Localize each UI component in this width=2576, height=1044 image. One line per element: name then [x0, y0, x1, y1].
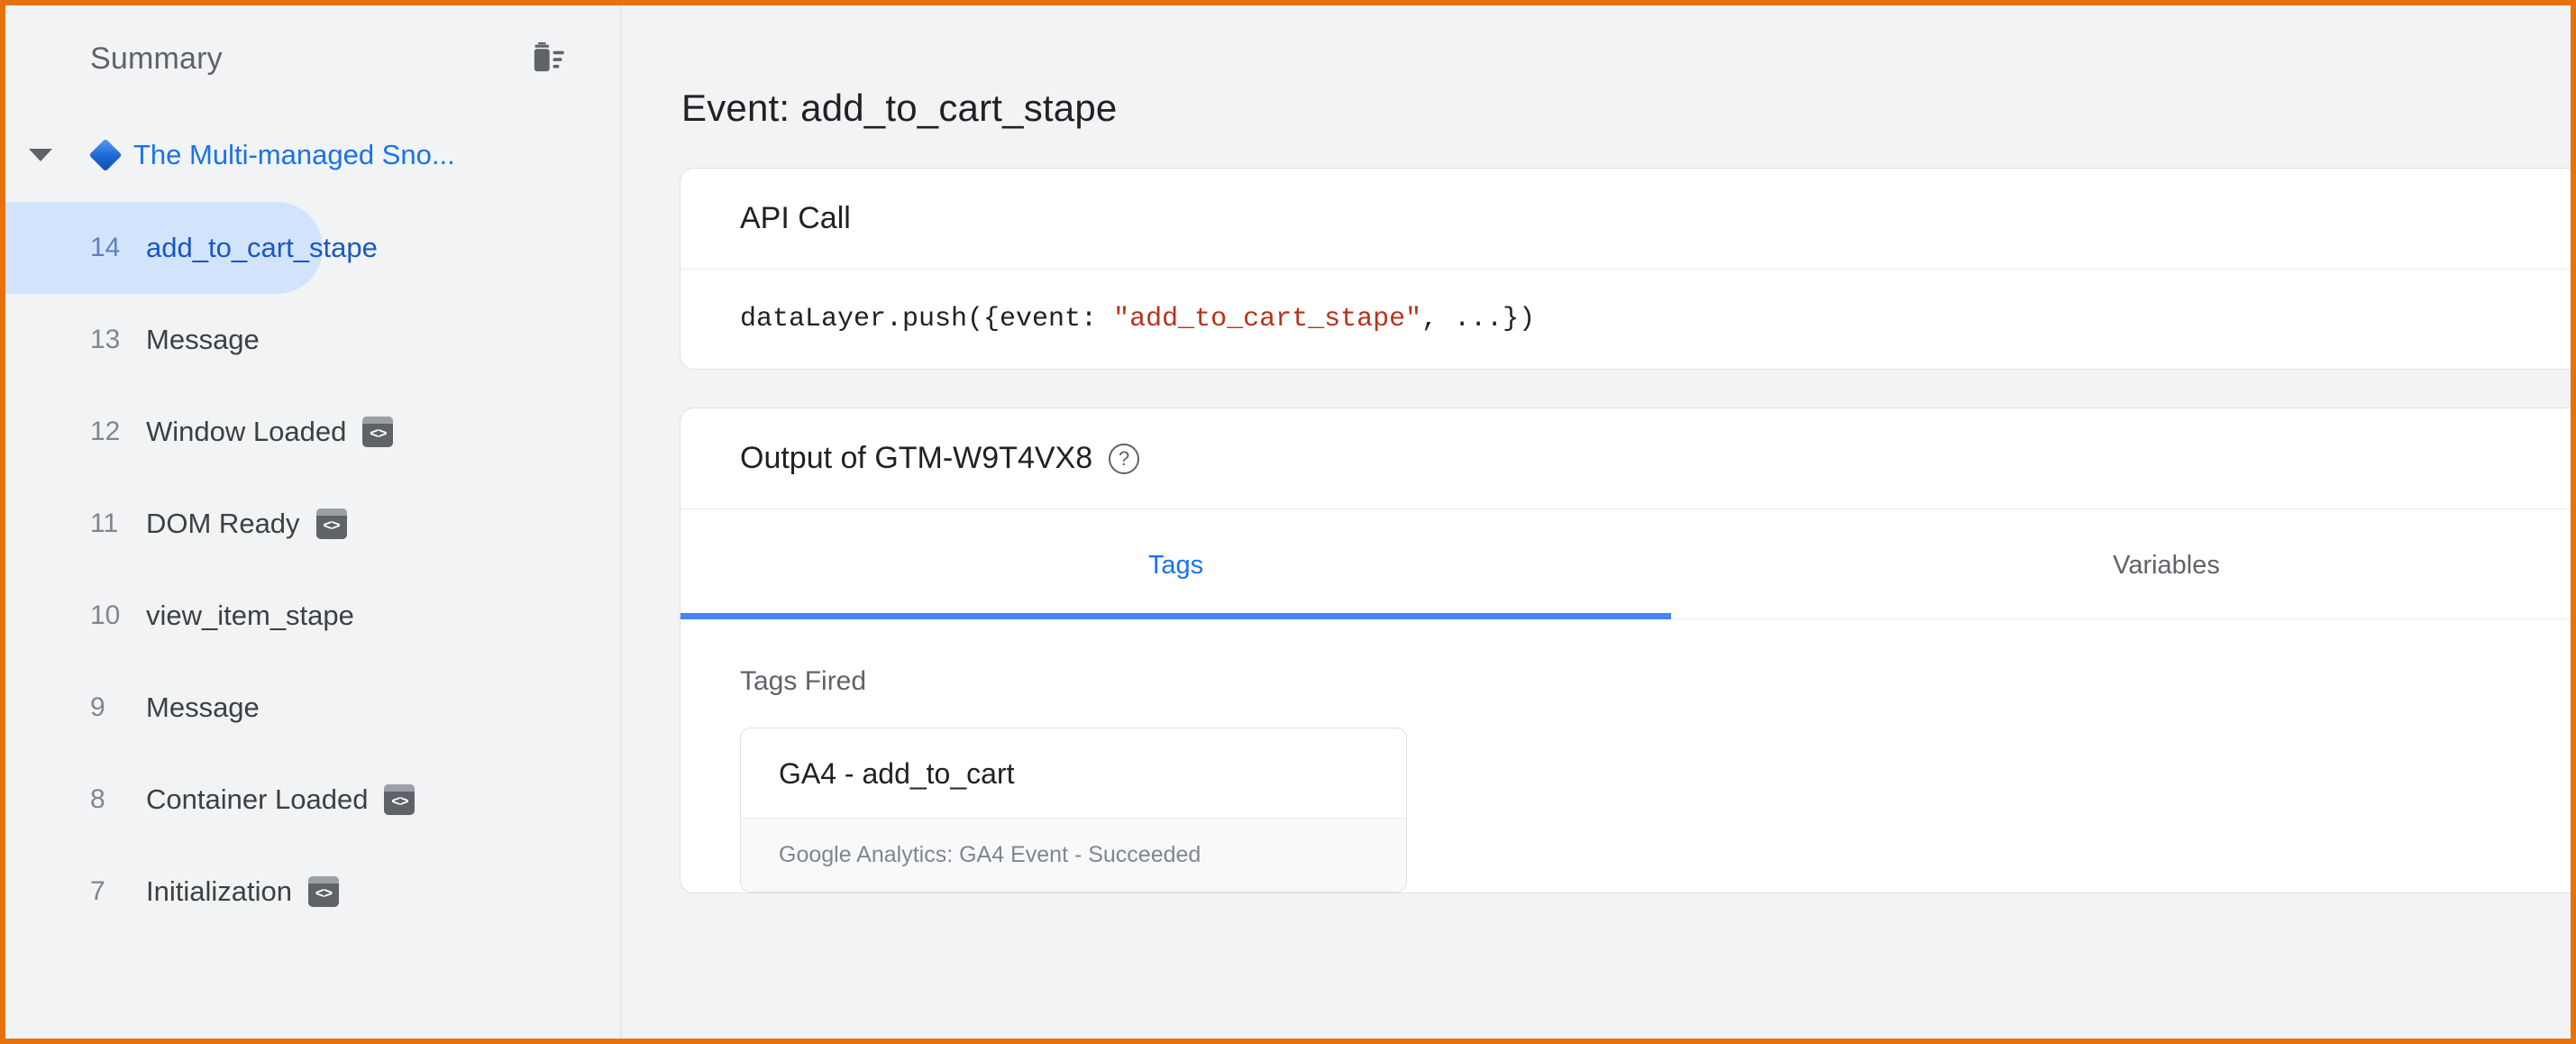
output-card-title: Output of GTM-W9T4VX8 — [740, 441, 1093, 475]
code-prefix: dataLayer.push({event: — [740, 304, 1114, 334]
event-sidebar: Summary The Multi-managed Sno... 14 add_… — [5, 5, 622, 1039]
event-label: Initialization — [146, 875, 292, 907]
tag-name: GA4 - add_to_cart — [779, 757, 1015, 790]
event-label: Message — [146, 691, 260, 723]
event-index: 11 — [90, 508, 119, 538]
event-index: 12 — [90, 417, 121, 446]
event-index: 13 — [90, 325, 121, 354]
event-label: Window Loaded — [146, 416, 347, 447]
trash-clear-icon[interactable] — [526, 38, 568, 79]
code-box-glyph: <> — [315, 885, 333, 903]
event-row-8[interactable]: 8 Container Loaded <> — [5, 754, 416, 846]
event-label: add_to_cart_stape — [146, 232, 378, 263]
event-list: 14 add_to_cart_stape 13 Message 12 Windo… — [5, 198, 620, 938]
event-row-13[interactable]: 13 Message — [5, 294, 323, 386]
tab-variables[interactable]: Variables — [1671, 509, 2571, 618]
container-tree-root[interactable]: The Multi-managed Sno... — [5, 112, 620, 198]
event-label: Message — [146, 324, 260, 355]
event-row-10[interactable]: 10 view_item_stape — [5, 570, 354, 662]
code-box-icon: <> — [307, 876, 339, 907]
event-index: 10 — [90, 600, 121, 630]
code-box-icon: <> — [362, 417, 394, 447]
help-circle-icon[interactable]: ? — [1109, 443, 1140, 474]
tab-tags-label: Tags — [1147, 551, 1204, 580]
event-row-14[interactable]: 14 add_to_cart_stape — [5, 202, 378, 294]
help-glyph: ? — [1119, 446, 1130, 470]
api-call-title: API Call — [740, 201, 851, 235]
event-index: 7 — [90, 876, 105, 906]
blue-diamond-icon — [88, 138, 123, 172]
event-label: DOM Ready — [146, 508, 300, 539]
event-index: 9 — [90, 692, 105, 722]
api-call-code: dataLayer.push({event: "add_to_cart_stap… — [681, 270, 2571, 369]
code-string-literal: "add_to_cart_stape" — [1113, 304, 1422, 334]
event-row-12[interactable]: 12 Window Loaded <> — [5, 386, 394, 478]
tag-card[interactable]: GA4 - add_to_cart Google Analytics: GA4 … — [740, 728, 1407, 893]
api-call-card-header: API Call — [681, 169, 2571, 270]
summary-title: Summary — [90, 41, 223, 76]
code-box-icon: <> — [315, 508, 347, 539]
output-card: Output of GTM-W9T4VX8 ? Tags Variables T… — [680, 408, 2571, 893]
code-box-icon: <> — [384, 784, 416, 815]
event-index: 8 — [90, 784, 105, 814]
tab-tags[interactable]: Tags — [681, 509, 1671, 619]
code-box-glyph: <> — [323, 517, 340, 536]
code-box-glyph: <> — [370, 426, 387, 444]
output-card-header: Output of GTM-W9T4VX8 ? — [681, 408, 2571, 509]
event-row-7[interactable]: 7 Initialization <> — [5, 846, 339, 938]
gtm-preview-window: Summary The Multi-managed Sno... 14 add_… — [0, 0, 2576, 1044]
event-detail-panel: Event: add_to_cart_stape API Call dataLa… — [622, 5, 2571, 1039]
sidebar-header: Summary — [5, 5, 620, 112]
tags-panel: Tags Fired GA4 - add_to_cart Google Anal… — [681, 619, 2571, 893]
event-row-11[interactable]: 11 DOM Ready <> — [5, 478, 347, 570]
chevron-down-icon[interactable] — [18, 133, 63, 178]
code-box-glyph: <> — [391, 793, 408, 811]
page-title: Event: add_to_cart_stape — [681, 87, 1118, 129]
api-call-card: API Call dataLayer.push({event: "add_to_… — [680, 168, 2571, 370]
tag-status: Google Analytics: GA4 Event - Succeeded — [741, 818, 1406, 892]
tags-fired-label: Tags Fired — [740, 666, 867, 696]
event-index: 14 — [90, 233, 121, 262]
container-name-label[interactable]: The Multi-managed Sno... — [133, 139, 455, 171]
event-row-9[interactable]: 9 Message — [5, 662, 323, 754]
tab-variables-label: Variables — [2113, 551, 2220, 580]
output-tabs: Tags Variables — [681, 509, 2571, 619]
code-suffix: , ...}) — [1421, 304, 1536, 334]
event-label: view_item_stape — [146, 600, 354, 631]
event-label: Container Loaded — [146, 783, 369, 815]
